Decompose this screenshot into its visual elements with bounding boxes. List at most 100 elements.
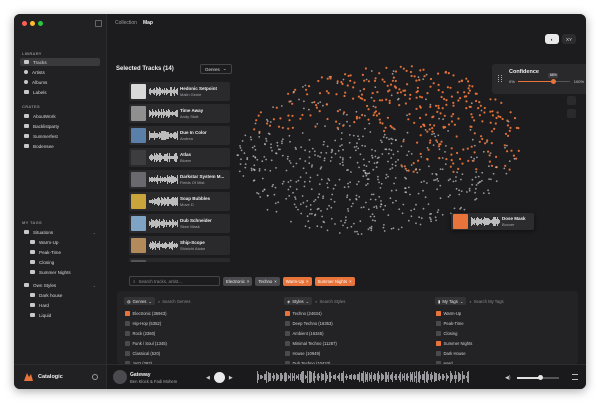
map-point[interactable] <box>440 95 443 99</box>
map-point[interactable] <box>400 226 403 229</box>
map-point[interactable] <box>275 106 278 109</box>
map-point[interactable] <box>472 159 475 162</box>
map-point[interactable] <box>242 175 245 177</box>
map-point[interactable] <box>492 172 495 175</box>
map-point[interactable] <box>392 127 395 130</box>
map-point[interactable] <box>435 219 437 222</box>
map-point[interactable] <box>314 154 316 156</box>
map-point[interactable] <box>357 147 360 150</box>
map-point[interactable] <box>475 168 478 171</box>
map-point[interactable] <box>385 136 388 139</box>
map-point[interactable] <box>311 147 314 150</box>
filter-option[interactable]: Ambient (16345) <box>285 331 323 336</box>
map-point[interactable] <box>344 219 347 222</box>
map-point[interactable] <box>429 218 432 221</box>
map-point[interactable] <box>450 115 453 118</box>
map-point[interactable] <box>375 207 378 209</box>
map-point[interactable] <box>405 69 408 72</box>
map-point[interactable] <box>436 188 438 191</box>
map-point[interactable] <box>294 198 297 200</box>
map-point[interactable] <box>389 83 393 86</box>
map-point[interactable] <box>495 166 497 168</box>
map-point[interactable] <box>477 175 480 178</box>
map-point[interactable] <box>353 222 355 225</box>
map-point[interactable] <box>342 164 344 166</box>
map-point[interactable] <box>437 104 440 107</box>
map-point[interactable] <box>285 197 288 200</box>
map-point[interactable] <box>394 139 397 142</box>
map-point[interactable] <box>449 86 452 89</box>
sidebar-item-tag[interactable]: Closing <box>26 258 100 266</box>
map-point[interactable] <box>275 210 278 213</box>
map-point[interactable] <box>273 193 276 196</box>
filter-option[interactable]: Classical (520) <box>125 351 160 356</box>
filter-option[interactable]: Closing <box>436 331 457 336</box>
map-point[interactable] <box>319 101 322 103</box>
map-point[interactable] <box>460 79 463 83</box>
map-point[interactable] <box>398 208 401 211</box>
map-point[interactable] <box>415 203 417 206</box>
map-point[interactable] <box>513 157 516 160</box>
map-point[interactable] <box>505 172 508 175</box>
map-point[interactable] <box>407 150 410 153</box>
map-point[interactable] <box>306 93 309 96</box>
map-point[interactable] <box>361 73 364 76</box>
map-point[interactable] <box>455 135 458 138</box>
map-point[interactable] <box>423 75 426 78</box>
map-point[interactable] <box>379 187 382 189</box>
map-point[interactable] <box>431 127 434 130</box>
map-point[interactable] <box>322 143 325 146</box>
map-point[interactable] <box>466 147 469 150</box>
map-point[interactable] <box>425 73 428 76</box>
map-point[interactable] <box>395 189 398 192</box>
map-point[interactable] <box>462 148 465 151</box>
map-point[interactable] <box>468 105 471 108</box>
map-point[interactable] <box>252 155 255 158</box>
checkbox[interactable] <box>125 331 130 336</box>
map-point[interactable] <box>429 139 432 142</box>
map-point[interactable] <box>452 162 455 165</box>
xy-view-button[interactable]: XY <box>561 34 576 44</box>
map-point[interactable] <box>372 193 375 196</box>
map-point[interactable] <box>445 99 448 102</box>
map-point[interactable] <box>471 183 473 186</box>
map-view-button[interactable]: ◐ <box>544 34 559 44</box>
map-point[interactable] <box>408 186 410 189</box>
map-point[interactable] <box>362 175 365 178</box>
map-point[interactable] <box>350 225 353 228</box>
map-point[interactable] <box>308 108 310 111</box>
map-point[interactable] <box>467 92 470 95</box>
map-point[interactable] <box>305 88 308 91</box>
map-point[interactable] <box>364 67 367 70</box>
map-point[interactable] <box>287 92 290 95</box>
map-point[interactable] <box>322 195 325 198</box>
map-point[interactable] <box>294 88 297 91</box>
remove-icon[interactable]: × <box>349 279 352 284</box>
map-point[interactable] <box>291 126 294 129</box>
map-point[interactable] <box>406 83 409 86</box>
map-point[interactable] <box>504 132 508 135</box>
map-point[interactable] <box>374 219 376 222</box>
map-point[interactable] <box>383 80 386 83</box>
now-playing-cover[interactable] <box>113 370 127 384</box>
map-point[interactable] <box>474 176 477 179</box>
map-point[interactable] <box>341 144 343 146</box>
map-point[interactable] <box>444 71 447 74</box>
map-point[interactable] <box>340 220 342 222</box>
map-point[interactable] <box>469 129 472 131</box>
map-point[interactable] <box>515 126 518 129</box>
sidebar-item-crate[interactable]: Summerfest <box>20 132 100 140</box>
map-point[interactable] <box>365 78 368 81</box>
map-point[interactable] <box>408 97 411 100</box>
map-point[interactable] <box>379 139 382 142</box>
map-point[interactable] <box>359 153 362 156</box>
sidebar-item-tracks[interactable]: Tracks <box>20 58 100 66</box>
map-point[interactable] <box>355 194 358 197</box>
map-point[interactable] <box>333 200 336 203</box>
map-point[interactable] <box>372 168 375 171</box>
map-point[interactable] <box>295 148 297 150</box>
map-point[interactable] <box>372 114 375 117</box>
map-point[interactable] <box>356 183 358 186</box>
map-point[interactable] <box>362 158 365 161</box>
map-point[interactable] <box>384 148 387 151</box>
